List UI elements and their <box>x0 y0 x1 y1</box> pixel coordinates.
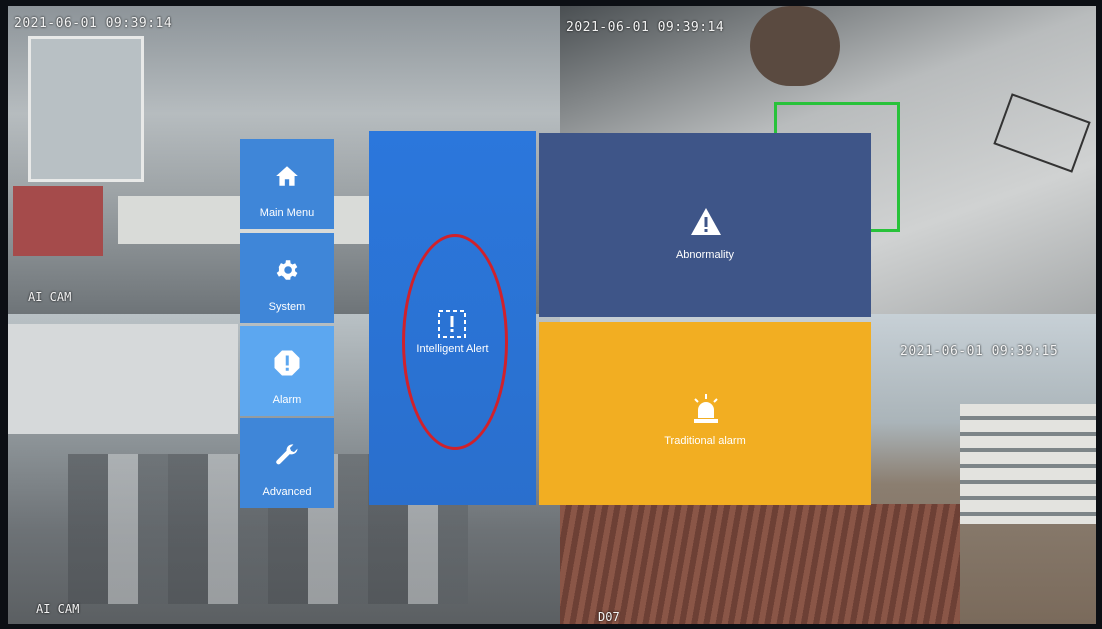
sidebar-item-alarm[interactable]: Alarm <box>240 326 334 416</box>
sidebar-item-label: Alarm <box>272 394 302 406</box>
abnormality-label: Abnormality <box>675 249 735 261</box>
wrench-icon <box>240 438 334 472</box>
gear-icon <box>240 253 334 287</box>
traditional-alarm-label: Traditional alarm <box>664 435 746 447</box>
camera-timestamp: 2021-06-01 09:39:14 <box>14 16 173 31</box>
siren-icon <box>694 394 718 423</box>
sidebar-item-label: Main Menu <box>259 207 315 219</box>
camera-label: AI CAM <box>36 602 80 616</box>
sidebar-item-advanced[interactable]: Advanced <box>240 418 334 508</box>
camera-label: D07 <box>598 610 620 624</box>
scene-floor-mark <box>993 93 1091 173</box>
warning-triangle-icon <box>691 208 721 235</box>
scene-roof <box>560 504 960 624</box>
scene-person <box>750 6 840 86</box>
annotation-ellipse <box>402 234 508 450</box>
sidebar-item-system[interactable]: System <box>240 233 334 323</box>
intelligent-alert-tile[interactable]: Intelligent Alert <box>369 131 536 505</box>
home-icon <box>240 159 334 193</box>
alert-icon <box>240 346 334 380</box>
scene-building <box>960 404 1096 524</box>
sidebar-item-label: Advanced <box>262 486 312 498</box>
camera-timestamp: 2021-06-01 09:39:15 <box>900 344 1059 359</box>
camera-timestamp: 2021-06-01 09:39:14 <box>566 20 725 35</box>
scene-window <box>28 36 144 182</box>
sidebar-item-main-menu[interactable]: Main Menu <box>240 139 334 229</box>
camera-label: AI CAM <box>28 290 72 304</box>
sidebar-item-label: System <box>268 301 306 313</box>
scene-chair <box>13 186 103 256</box>
scene-building <box>8 324 238 434</box>
abnormality-tile[interactable]: Abnormality <box>539 133 871 317</box>
dvr-screen: 2021-06-01 09:39:14 AI CAM 2021-06-01 09… <box>8 6 1096 624</box>
traditional-alarm-tile[interactable]: Traditional alarm <box>539 322 871 505</box>
